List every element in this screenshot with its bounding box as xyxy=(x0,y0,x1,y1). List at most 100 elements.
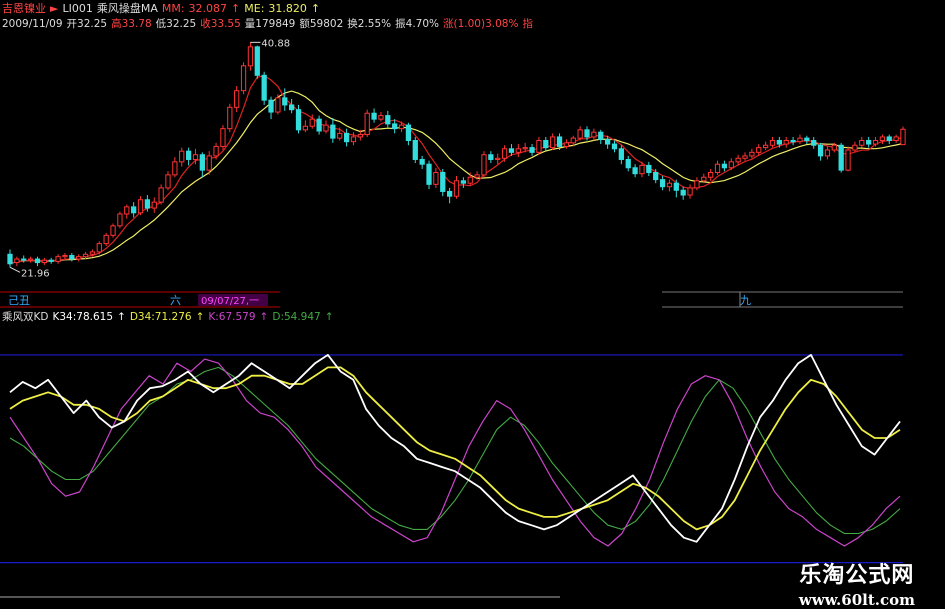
candle-body xyxy=(783,139,789,145)
candle-body xyxy=(268,99,274,113)
candle-body xyxy=(426,163,432,185)
me-value: 31.820 xyxy=(268,2,307,15)
candle-body xyxy=(536,139,542,153)
candle-body xyxy=(639,164,645,175)
candle-body xyxy=(721,163,728,169)
candle-body xyxy=(625,158,631,169)
candle-body xyxy=(316,118,322,132)
axis-year-label: 己丑 xyxy=(8,294,30,307)
candle-body xyxy=(460,180,466,184)
kd-line-d34 xyxy=(9,366,901,531)
me-label: ME: xyxy=(244,2,265,15)
candle-body xyxy=(289,104,295,111)
candle-body xyxy=(137,199,144,214)
candle-body xyxy=(433,172,439,185)
candle-body xyxy=(247,46,254,67)
candle-body xyxy=(591,131,597,138)
candle-body xyxy=(419,158,425,165)
date-marker-label: 09/07/27,一 xyxy=(201,296,259,307)
close-value: 收33.55 xyxy=(200,18,241,30)
candle-body xyxy=(556,136,563,147)
candle-body xyxy=(110,225,116,236)
candle-body xyxy=(295,109,302,131)
candle-body xyxy=(852,144,858,151)
candle-body xyxy=(21,258,27,261)
candle-body xyxy=(680,189,686,196)
candle-body xyxy=(357,134,363,138)
kd-line-d xyxy=(9,366,901,535)
candle-body xyxy=(27,258,34,261)
d34-value: D34:71.276 xyxy=(129,311,192,323)
candle-body xyxy=(797,137,803,143)
candle-body xyxy=(96,243,102,253)
candle-body xyxy=(62,254,68,258)
turnover-value: 换2.55% xyxy=(347,18,392,30)
candle-body xyxy=(41,259,47,264)
candle-body xyxy=(82,253,89,258)
axis-month-label-9: 九 xyxy=(740,294,751,307)
candle-body xyxy=(364,112,370,136)
kline-chart: 40.88 21.96 己丑 六 九 09/07/27,一 xyxy=(0,38,906,598)
candle-body xyxy=(330,124,336,139)
axis-month-label-6: 六 xyxy=(170,294,181,307)
candle-body xyxy=(302,125,309,131)
candle-body xyxy=(577,129,583,139)
ma-fast-line xyxy=(9,75,904,265)
candle-body xyxy=(673,182,679,191)
high-label: 40.88 xyxy=(261,38,290,49)
candle-body xyxy=(371,112,377,120)
index-link[interactable]: 指 xyxy=(522,18,533,30)
volume-value: 量179849 xyxy=(244,18,296,30)
candle-body xyxy=(584,129,590,138)
price-pane: 40.88 21.96 xyxy=(7,38,906,279)
candle-body xyxy=(213,145,219,157)
candle-body xyxy=(804,137,810,141)
candle-body xyxy=(261,74,267,101)
stock-name[interactable]: 吉恩镍业 xyxy=(2,2,46,15)
candle-body xyxy=(179,150,185,163)
candle-body xyxy=(282,97,288,106)
candle-body xyxy=(632,167,638,175)
candle-body xyxy=(199,154,205,171)
kd-indicator-name[interactable]: 乘风双KD xyxy=(2,311,48,323)
kd-pane xyxy=(0,353,903,598)
k-value: K:67.579 xyxy=(208,311,256,323)
candle-body xyxy=(776,139,782,145)
price-header-row1: 吉恩镍业 ► LI001 乘风操盘MA MM: 32.087 ↑ ME: 31.820 ↑ xyxy=(2,2,321,15)
candle-body xyxy=(385,115,391,125)
candle-body xyxy=(838,144,844,171)
low-label: 21.96 xyxy=(21,268,50,279)
amount-value: 额59802 xyxy=(299,18,344,30)
candle-body xyxy=(474,174,480,178)
candle-body xyxy=(515,148,521,153)
candle-body xyxy=(124,206,130,215)
candle-body xyxy=(309,118,315,127)
price-header-row2: 2009/11/09 开32.25 高33.78 低32.25 收33.55 量17984… xyxy=(2,18,537,30)
candle-body xyxy=(694,180,700,189)
candle-body xyxy=(206,155,212,171)
candle-body xyxy=(240,65,247,92)
candle-body xyxy=(234,90,240,108)
low-value: 低32.25 xyxy=(155,18,197,30)
candle-body xyxy=(708,172,714,178)
dropdown-triangle-icon[interactable]: ► xyxy=(50,2,58,15)
candle-body xyxy=(659,179,666,188)
candle-body xyxy=(687,187,693,196)
candle-body xyxy=(886,136,892,141)
candle-body xyxy=(550,136,556,149)
candle-body xyxy=(453,180,460,197)
candle-body xyxy=(220,128,226,147)
candle-body xyxy=(604,138,611,145)
candle-body xyxy=(337,132,343,139)
watermark-url: www.60lt.com xyxy=(798,591,915,609)
candle-body xyxy=(103,234,109,245)
d-value: D:54.947 xyxy=(272,311,321,323)
candle-body xyxy=(728,161,734,169)
candle-body xyxy=(756,147,762,153)
candle-body xyxy=(398,124,405,130)
candle-body xyxy=(405,124,412,141)
candle-body xyxy=(900,128,906,146)
candle-body xyxy=(378,115,384,120)
candle-body xyxy=(769,139,776,146)
candle-body xyxy=(646,164,652,174)
